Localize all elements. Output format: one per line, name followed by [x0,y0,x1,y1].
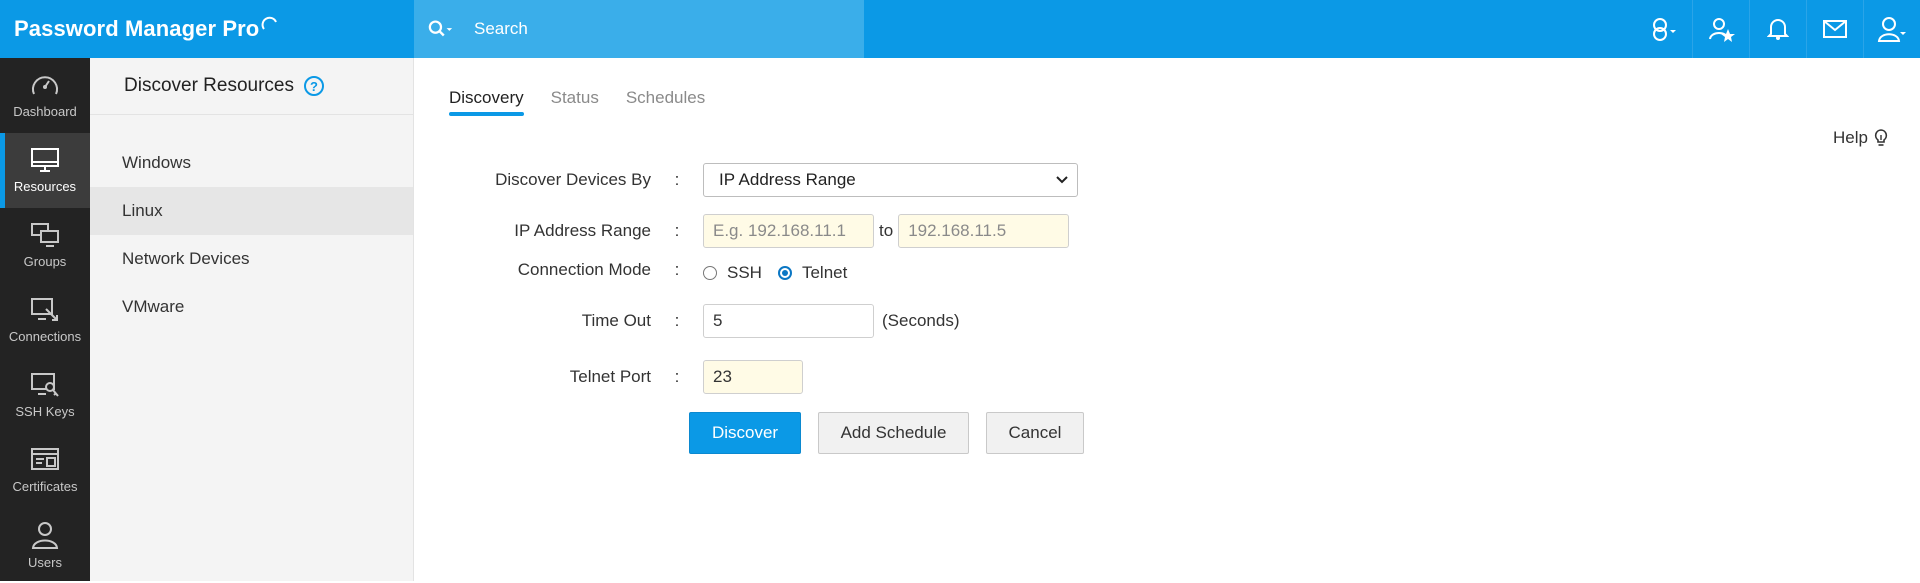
telnet-radio[interactable] [777,266,792,280]
tab-status[interactable]: Status [551,88,599,116]
add-schedule-button[interactable]: Add Schedule [818,412,969,454]
rail-label-connections: Connections [8,329,82,344]
timeout-colon: : [674,311,680,330]
certificate-icon [31,448,59,470]
cancel-button[interactable]: Cancel [986,412,1084,454]
rail-label-users: Users [28,555,62,570]
subnav-header: Discover Resources ? [90,58,413,115]
connection-mode-label: Connection Mode [517,260,651,279]
help-link[interactable]: Help [1833,128,1888,148]
rail-label-certificates: Certificates [12,479,78,494]
discover-by-select[interactable]: IP Address Range [703,163,1078,197]
ip-range-to-placeholder: 192.168.11.5 [908,221,1007,240]
user-profile-icon[interactable] [1863,0,1920,58]
timeout-value: 5 [713,311,723,330]
rail-label-dashboard: Dashboard [13,104,77,119]
row-telnet-port: Telnet Port : 23 [414,360,803,394]
logo-swoosh-icon [261,16,278,30]
ip-range-to-input[interactable]: 192.168.11.5 [898,214,1070,248]
telnet-radio-label[interactable]: Telnet [802,263,847,283]
ssh-radio-label[interactable]: SSH [727,263,762,283]
groups-icon [31,223,59,247]
chevron-down-icon [1056,176,1068,184]
ssh-radio[interactable] [703,266,717,280]
row-connection-mode: Connection Mode : SSH Telnet [414,257,848,283]
tab-discovery[interactable]: Discovery [449,88,524,116]
row-timeout: Time Out : 5 (Seconds) [414,304,959,338]
rail-label-resources: Resources [13,179,77,194]
left-nav-rail: Dashboard Resources Groups Connections S… [0,58,90,581]
help-circle-icon[interactable]: ? [304,76,324,96]
ip-range-from-placeholder: E.g. 192.168.11.1 [713,221,846,240]
row-discover-by: Discover Devices By : IP Address Range [414,163,1078,197]
search-bar[interactable]: Search [414,0,864,58]
main-content: Discovery Status Schedules Help Discover… [414,58,1920,581]
connections-icon [31,298,58,321]
ip-range-label: IP Address Range [514,221,651,240]
rail-label-groups: Groups [23,254,67,269]
subnav-item-windows[interactable]: Windows [90,139,413,187]
form-actions: Discover Add Schedule Cancel [689,412,1101,454]
discover-subnav: Discover Resources ? Windows Linux Netwo… [90,58,414,581]
users-icon [31,522,59,549]
rail-item-dashboard[interactable]: Dashboard [0,58,90,133]
discover-by-colon: : [674,170,680,189]
discover-button[interactable]: Discover [689,412,801,454]
subnav-item-linux[interactable]: Linux [90,187,413,235]
ssh-key-icon [31,373,59,397]
ip-range-from-input[interactable]: E.g. 192.168.11.1 [703,214,874,248]
telnet-port-input[interactable]: 23 [703,360,803,394]
rail-item-certificates[interactable]: Certificates [0,433,90,508]
top-icons [1635,0,1920,58]
rail-item-connections[interactable]: Connections [0,283,90,358]
top-bar: Password Manager Pro Search [0,0,1920,58]
connection-mode-radio-group: SSH Telnet [703,263,847,283]
dashboard-icon [32,76,58,95]
ip-range-colon: : [674,221,680,240]
bell-icon[interactable] [1749,0,1806,58]
telnet-port-value: 23 [713,367,732,386]
rail-item-users[interactable]: Users [0,508,90,583]
rail-item-groups[interactable]: Groups [0,208,90,283]
timeout-label: Time Out [581,311,651,330]
timeout-unit: (Seconds) [882,311,960,330]
app-logo[interactable]: Password Manager Pro [14,12,279,46]
timeout-input[interactable]: 5 [703,304,874,338]
rail-item-resources[interactable]: Resources [0,133,90,208]
telnet-port-label: Telnet Port [569,367,651,386]
discover-by-value: IP Address Range [719,170,856,189]
subnav-item-network-devices[interactable]: Network Devices [90,235,413,283]
monitor-icon [31,148,59,172]
subnav-title: Discover Resources [124,75,294,96]
search-input[interactable]: Search [474,19,528,39]
subnav-item-vmware[interactable]: VMware [90,283,413,331]
user-star-icon[interactable] [1692,0,1749,58]
row-ip-range: IP Address Range : E.g. 192.168.11.1 to … [414,214,1070,248]
lightbulb-icon [1874,129,1888,146]
ip-range-to-label: to [879,221,894,240]
rail-item-ssh-keys[interactable]: SSH Keys [0,358,90,433]
app-title: Password Manager Pro [14,16,260,41]
telnet-port-colon: : [674,367,680,386]
search-icon[interactable] [414,19,454,39]
help-label: Help [1833,128,1868,147]
link-icon[interactable] [1635,0,1692,58]
tab-schedules[interactable]: Schedules [626,88,705,116]
connection-mode-colon: : [674,260,680,279]
tab-bar: Discovery Status Schedules [449,88,732,116]
discover-by-label: Discover Devices By [495,170,651,189]
rail-label-ssh-keys: SSH Keys [15,404,75,419]
mail-icon[interactable] [1806,0,1863,58]
